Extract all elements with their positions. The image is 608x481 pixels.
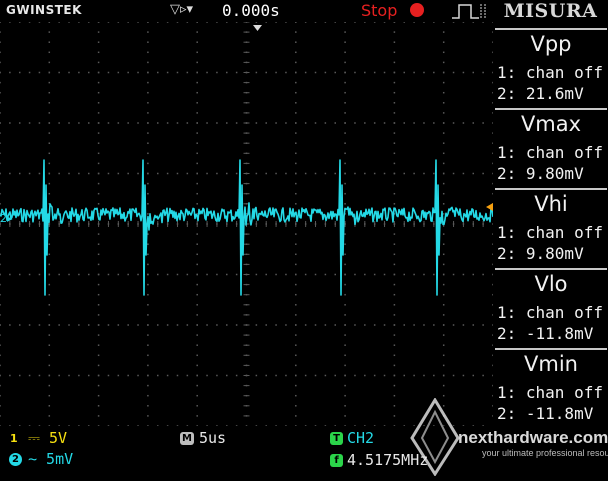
timebase-value[interactable]: 5us — [199, 429, 226, 447]
ch1-badge: 1 — [10, 432, 18, 445]
brand-logo: GWINSTEK — [6, 3, 82, 17]
measurement-ch1-value: 1: chan off — [497, 223, 603, 242]
measurement-name: Vmin — [524, 352, 578, 376]
trigger-badge: T — [330, 432, 343, 445]
trigger-mode-icons: ▽▹▾ — [170, 2, 194, 17]
measurement-name: Vhi — [534, 192, 568, 216]
ch2-scale[interactable]: ∼ 5mV — [28, 450, 73, 468]
trigger-edge-icon — [452, 4, 486, 19]
measurement-panel: MISURA Vpp 1: chan off 2: 21.6mV Vmax 1:… — [493, 0, 608, 426]
run-state: Stop — [361, 1, 398, 20]
measurement-ch1-value: 1: chan off — [497, 63, 603, 82]
measurement-ch2-value: 2: -11.8mV — [497, 404, 594, 423]
measurement-ch1-value: 1: chan off — [497, 383, 603, 402]
trigger-position-marker — [253, 25, 262, 31]
watermark-text: nexthardware.com — [458, 428, 608, 447]
ch2-badge: 2 — [9, 453, 22, 466]
frequency-badge: f — [330, 454, 343, 467]
ch1-scale[interactable]: ⎓ 5V — [28, 429, 67, 447]
panel-title: MISURA — [503, 0, 598, 22]
measurement-ch1-value: 1: chan off — [497, 303, 603, 322]
measurement-ch2-value: 2: 9.80mV — [497, 164, 584, 183]
measurement-name: Vlo — [534, 272, 568, 296]
measurement-name: Vpp — [530, 32, 572, 56]
stop-indicator-icon — [410, 3, 424, 17]
top-status-bar: GWINSTEK ▽▹▾ 0.000s Stop — [0, 0, 493, 22]
measurement-ch1-value: 1: chan off — [497, 143, 603, 162]
measurement-vpp[interactable]: Vpp 1: chan off 2: 21.6mV — [495, 28, 607, 106]
timebase-badge: M — [180, 432, 194, 445]
waveform-display[interactable] — [0, 22, 493, 426]
watermark: nexthardware.com your ultimate professio… — [400, 398, 608, 478]
measurement-vhi[interactable]: Vhi 1: chan off 2: 9.80mV — [495, 188, 607, 266]
watermark-tagline: your ultimate professional resource — [482, 448, 608, 458]
measurement-vlo[interactable]: Vlo 1: chan off 2: -11.8mV — [495, 268, 607, 346]
measurement-ch2-value: 2: 9.80mV — [497, 244, 584, 263]
trigger-source[interactable]: CH2 — [347, 429, 374, 447]
trigger-time: 0.000s — [222, 1, 280, 20]
measurement-ch2-value: 2: -11.8mV — [497, 324, 594, 343]
measurement-vmin[interactable]: Vmin 1: chan off 2: -11.8mV — [495, 348, 607, 426]
ch2-ground-marker: 2▸ — [0, 212, 13, 225]
measurement-name: Vmax — [520, 112, 582, 136]
measurement-vmax[interactable]: Vmax 1: chan off 2: 9.80mV — [495, 108, 607, 186]
watermark-logo-icon — [410, 398, 460, 476]
trigger-level-marker — [486, 203, 493, 211]
measurement-ch2-value: 2: 21.6mV — [497, 84, 584, 103]
oscilloscope-screen: GWINSTEK ▽▹▾ 0.000s Stop 2▸ MISURA Vpp 1… — [0, 0, 608, 481]
